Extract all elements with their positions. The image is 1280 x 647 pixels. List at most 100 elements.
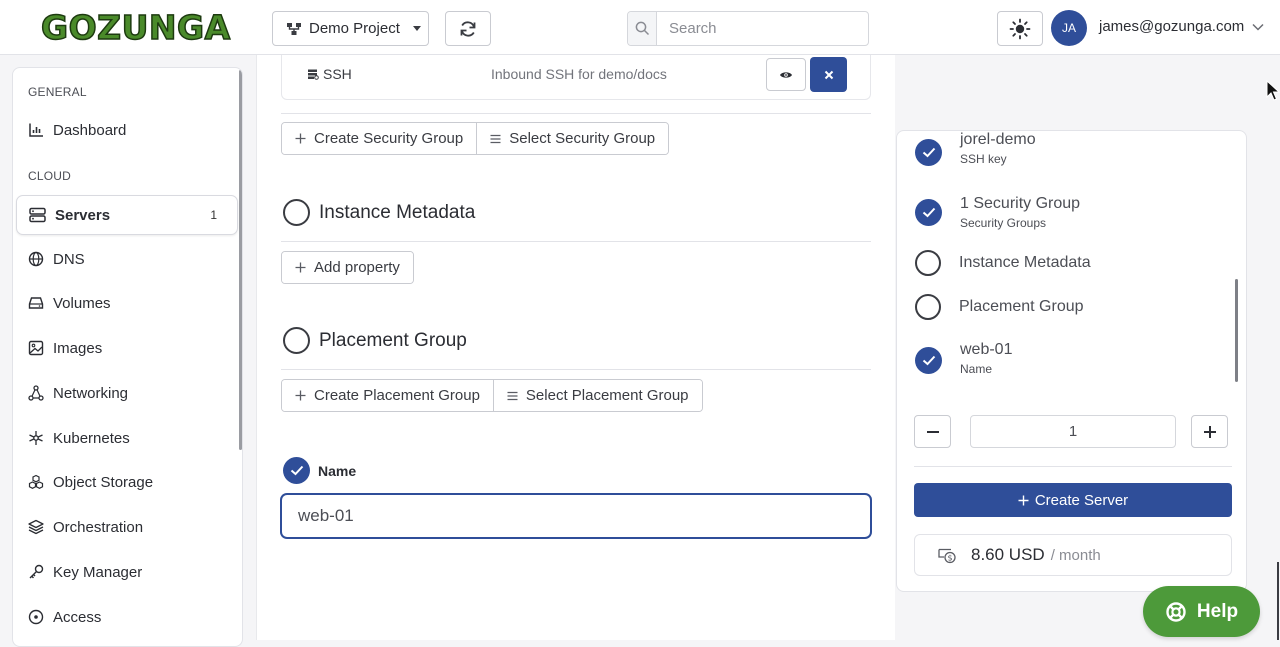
sidebar-item-label: Object Storage <box>53 473 154 491</box>
check-circle-icon <box>915 139 942 166</box>
search-box <box>627 11 869 46</box>
sidebar-item-label: Dashboard <box>53 121 127 139</box>
select-security-group-label: Select Security Group <box>509 130 656 147</box>
sidebar-item-kubernetes[interactable]: Kubernetes <box>16 418 238 458</box>
security-group-description: Inbound SSH for demo/docs <box>491 66 667 82</box>
create-server-label: Create Server <box>1034 491 1129 509</box>
add-property-button[interactable]: Add property <box>282 252 413 283</box>
sidebar-item-dns[interactable]: DNS <box>16 239 238 279</box>
create-server-button[interactable]: Create Server <box>914 483 1232 517</box>
security-group-label: SSH <box>323 66 352 82</box>
eye-icon <box>779 70 793 80</box>
security-group-icon <box>307 68 319 80</box>
user-menu[interactable]: james@gozunga.com <box>1099 18 1264 35</box>
user-avatar[interactable]: JA <box>1051 10 1087 46</box>
bar-chart-icon <box>28 122 44 138</box>
gozunga-logo[interactable]: GOZUNGA <box>40 9 231 47</box>
money-icon: $ <box>937 546 957 564</box>
project-label: Demo Project <box>309 20 400 37</box>
sidebar-scrollbar[interactable] <box>239 70 242 450</box>
page-scrollbar[interactable] <box>1277 562 1279 640</box>
quantity-increment-button[interactable] <box>1191 415 1228 448</box>
sidebar-item-orchestration[interactable]: Orchestration <box>16 507 238 547</box>
sidebar-item-label: Orchestration <box>53 518 144 536</box>
plus-icon <box>295 133 306 144</box>
sidebar-item-networking[interactable]: Networking <box>16 373 238 413</box>
access-icon <box>28 609 44 625</box>
summary-list: jorel-demo SSH key 1 Security Group Secu… <box>897 131 1246 383</box>
select-security-group-button[interactable]: Select Security Group <box>476 123 669 154</box>
plus-icon <box>295 262 306 273</box>
sidebar-item-servers[interactable]: Servers 1 <box>16 195 238 235</box>
key-icon <box>28 564 44 580</box>
sidebar-item-dashboard[interactable]: Dashboard <box>16 110 238 150</box>
security-group-button-group: Create Security Group Select Security Gr… <box>281 122 670 155</box>
user-email: james@gozunga.com <box>1099 18 1245 35</box>
check-circle-icon <box>283 457 310 484</box>
view-security-group-button[interactable] <box>766 58 806 91</box>
placement-group-title: Placement Group <box>319 329 467 351</box>
caret-down-icon <box>412 26 421 31</box>
summary-scrollbar[interactable] <box>1235 279 1238 382</box>
help-button[interactable]: Help <box>1143 586 1260 637</box>
plus-icon <box>1203 425 1216 438</box>
sidebar-item-label: Key Manager <box>53 563 143 581</box>
summary-item-instance-metadata: Instance Metadata <box>915 250 1091 276</box>
check-circle-icon <box>915 199 942 226</box>
summary-item-text: web-01 Name <box>960 341 1012 376</box>
sidebar-item-label: Images <box>53 339 103 357</box>
sidebar-item-label: Networking <box>53 384 129 402</box>
main-content: SSH Inbound SSH for demo/docs Create Sec… <box>256 55 895 640</box>
section-cloud: CLOUD <box>28 169 72 183</box>
theme-toggle-button[interactable] <box>997 11 1043 46</box>
create-security-group-button[interactable]: Create Security Group <box>282 123 477 154</box>
sidebar-item-label: Servers <box>55 206 111 224</box>
price-unit: / month <box>1050 546 1101 564</box>
project-icon <box>286 22 302 36</box>
sidebar-item-key-manager[interactable]: Key Manager <box>16 552 238 592</box>
top-header: GOZUNGA Demo Project JA james@gozunga.co… <box>0 0 1280 55</box>
summary-item-subtitle: Name <box>960 362 993 376</box>
summary-item-title: Instance Metadata <box>959 254 1091 271</box>
plus-icon <box>1018 495 1029 506</box>
summary-item-security-groups: 1 Security Group Security Groups <box>915 195 1080 230</box>
project-selector[interactable]: Demo Project <box>272 11 429 46</box>
price-summary: $ 8.60 USD / month <box>914 534 1232 576</box>
quantity-input[interactable] <box>970 415 1176 448</box>
select-placement-group-label: Select Placement Group <box>525 387 689 404</box>
select-placement-group-button[interactable]: Select Placement Group <box>492 380 702 411</box>
sidebar-item-label: Kubernetes <box>53 429 130 447</box>
summary-item-text: 1 Security Group Security Groups <box>960 195 1080 230</box>
close-icon <box>824 70 834 80</box>
incomplete-circle-icon <box>915 294 941 320</box>
summary-item-title: jorel-demo <box>960 131 1036 148</box>
sidebar-item-images[interactable]: Images <box>16 328 238 368</box>
security-group-row: SSH Inbound SSH for demo/docs <box>281 55 871 100</box>
instance-metadata-title: Instance Metadata <box>319 201 476 223</box>
sidebar-item-label: Volumes <box>53 294 111 312</box>
summary-item-name: web-01 Name <box>915 341 1012 376</box>
create-placement-group-button[interactable]: Create Placement Group <box>282 380 493 411</box>
quantity-decrement-button[interactable] <box>914 415 951 448</box>
image-icon <box>28 340 44 356</box>
metadata-button-group: Add property <box>281 251 414 284</box>
add-property-label: Add property <box>314 259 400 276</box>
server-name-input[interactable] <box>281 494 871 538</box>
remove-security-group-button[interactable] <box>810 57 847 92</box>
summary-item-title: 1 Security Group <box>960 195 1081 212</box>
placement-group-button-group: Create Placement Group Select Placement … <box>281 379 703 412</box>
sun-icon <box>1009 18 1031 40</box>
instance-metadata-header: Instance Metadata <box>283 199 475 226</box>
refresh-button[interactable] <box>445 11 491 46</box>
summary-item-subtitle: Security Groups <box>960 216 1047 230</box>
summary-item-subtitle: SSH key <box>960 152 1007 166</box>
layers-icon <box>28 519 44 535</box>
network-icon <box>28 385 44 401</box>
sidebar-item-object-storage[interactable]: Object Storage <box>16 462 238 502</box>
sidebar-item-volumes[interactable]: Volumes <box>16 283 238 323</box>
kubernetes-icon <box>28 430 44 446</box>
search-icon <box>628 12 657 45</box>
sidebar-item-access[interactable]: Access <box>16 597 238 637</box>
search-input[interactable] <box>657 12 868 45</box>
plus-icon <box>295 390 306 401</box>
